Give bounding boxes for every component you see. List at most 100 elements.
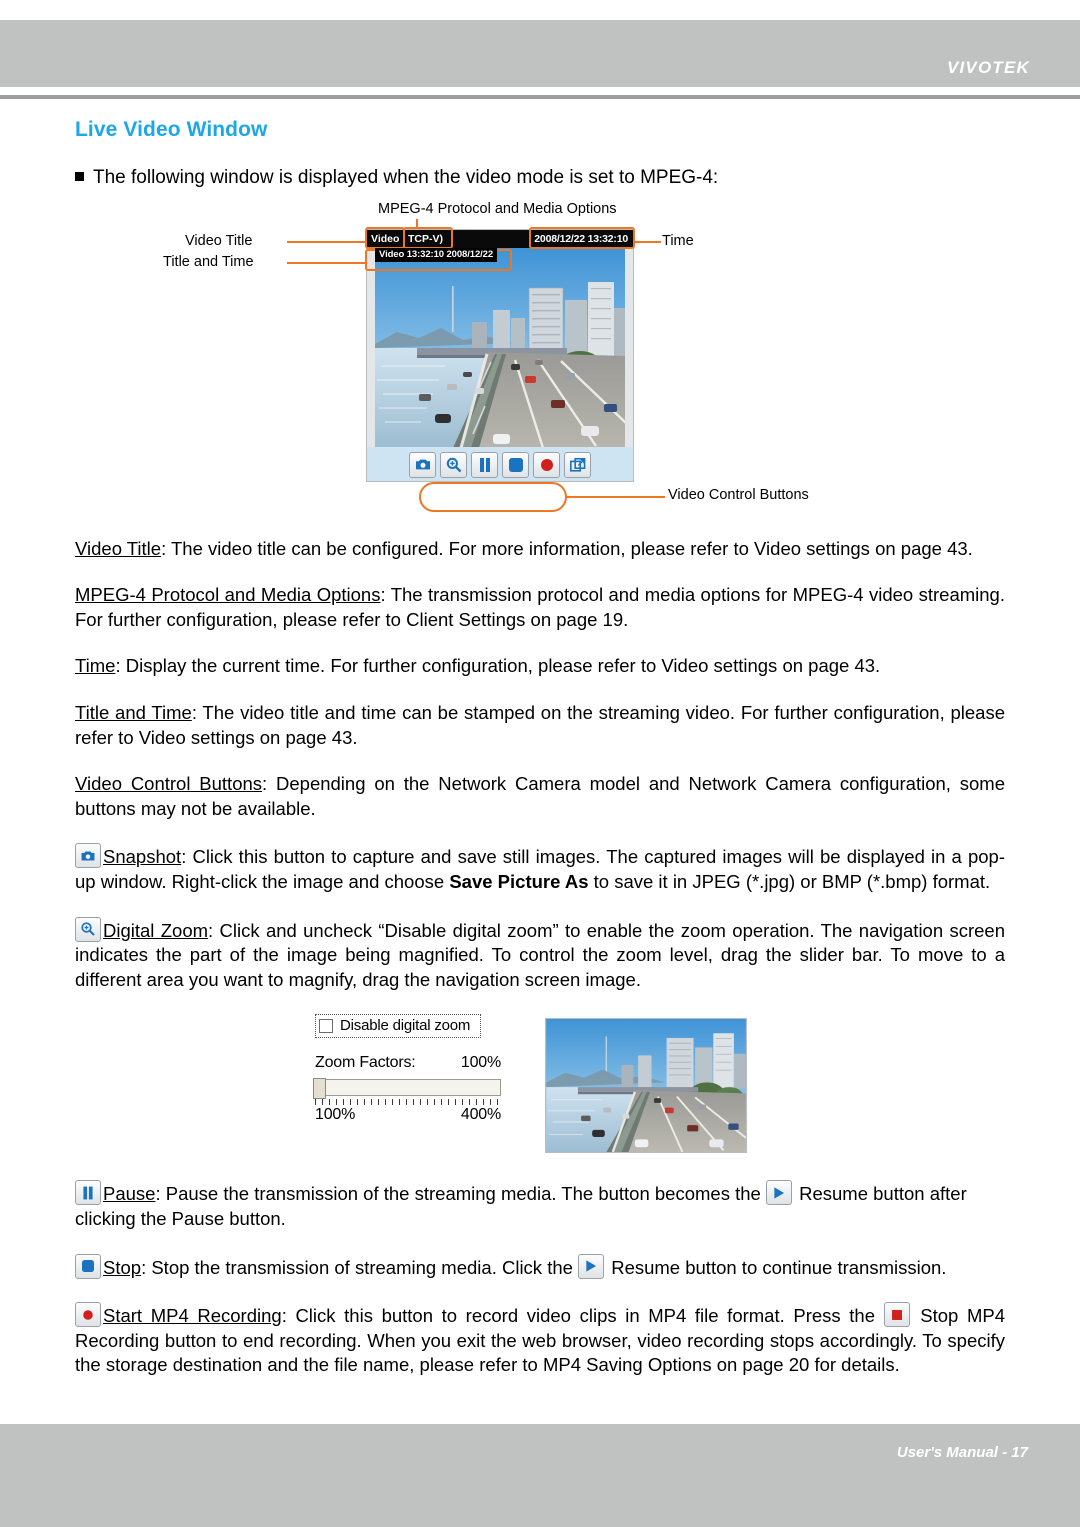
pause-icon bbox=[479, 457, 490, 472]
paragraph-snapshot: Snapshot: Click this button to capture a… bbox=[75, 843, 1005, 894]
snapshot-icon bbox=[81, 851, 95, 861]
intro-bullet: The following window is displayed when t… bbox=[75, 166, 1005, 191]
digital-zoom-icon bbox=[81, 922, 95, 936]
text-digital-zoom: : Click and uncheck “Disable digital zoo… bbox=[75, 919, 1005, 990]
zoom-factors-label: Zoom Factors: bbox=[315, 1054, 416, 1072]
text-video-title: : The video title can be configured. For… bbox=[161, 537, 973, 559]
stop-recording-icon bbox=[891, 1309, 902, 1320]
term-snapshot: Snapshot bbox=[103, 846, 182, 868]
highlight-control-buttons bbox=[419, 481, 567, 512]
text-time: : Display the current time. For further … bbox=[115, 655, 881, 677]
viewer-title-text: Video bbox=[371, 232, 400, 245]
bullet-square-icon bbox=[75, 172, 84, 181]
callout-label-time: Time bbox=[662, 232, 694, 249]
disable-digital-zoom-label: Disable digital zoom bbox=[340, 1017, 471, 1035]
term-stop: Stop bbox=[103, 1256, 142, 1278]
navigation-screen-image[interactable] bbox=[545, 1018, 747, 1154]
text-stop-1: : Stop the transmission of streaming med… bbox=[141, 1256, 579, 1278]
paragraph-video-title: Video Title: The video title can be conf… bbox=[75, 537, 1005, 562]
zoom-control-panel: Disable digital zoom Zoom Factors: 100% … bbox=[313, 1014, 515, 1124]
disable-digital-zoom-checkbox[interactable] bbox=[319, 1018, 333, 1033]
fullscreen-icon bbox=[569, 457, 585, 472]
page-content: Live Video Window The following window i… bbox=[75, 118, 1005, 1400]
term-time: Time bbox=[75, 655, 116, 677]
paragraph-stop: Stop: Stop the transmission of streaming… bbox=[75, 1253, 1005, 1281]
live-video-window-diagram: MPEG-4 Protocol and Media Options Video … bbox=[75, 197, 1005, 537]
paragraph-digital-zoom: Digital Zoom: Click and uncheck “Disable… bbox=[75, 916, 1005, 993]
header-divider bbox=[0, 95, 1080, 99]
resume-button-inline-stop[interactable] bbox=[578, 1253, 605, 1279]
zoom-range-max: 400% bbox=[460, 1106, 501, 1124]
zoom-factors-row: Zoom Factors: 100% bbox=[315, 1054, 501, 1072]
term-control-buttons: Video Control Buttons bbox=[75, 773, 263, 795]
callout-label-title-and-time: Title and Time bbox=[163, 253, 254, 270]
stop-icon bbox=[82, 1260, 94, 1273]
stop-button-inline[interactable] bbox=[75, 1253, 101, 1279]
term-digital-zoom: Digital Zoom bbox=[103, 919, 209, 941]
record-icon bbox=[83, 1309, 93, 1320]
paragraph-title-and-time: Title and Time: The video title and time… bbox=[75, 701, 1005, 750]
record-button[interactable] bbox=[533, 451, 560, 478]
callout-leader-time bbox=[633, 240, 661, 243]
viewer-timestamp-text: 2008/12/22 13:32:10 bbox=[534, 232, 628, 245]
zoom-range-row: 100% 400% bbox=[315, 1106, 501, 1124]
viewer-osd-stamp: Video 13:32:10 2008/12/22 bbox=[375, 247, 498, 262]
pause-button[interactable] bbox=[471, 451, 498, 478]
text-recording-1: : Click this button to record video clip… bbox=[281, 1305, 884, 1327]
page-title: Live Video Window bbox=[75, 118, 268, 141]
viewer-control-toolbar bbox=[367, 446, 633, 481]
paragraph-control-buttons: Video Control Buttons: Depending on the … bbox=[75, 772, 1005, 821]
stop-icon bbox=[508, 457, 523, 472]
term-recording: Start MP4 Recording bbox=[103, 1305, 282, 1327]
callout-label-video-title: Video Title bbox=[185, 232, 253, 249]
term-video-title: Video Title bbox=[75, 537, 162, 559]
zoom-range-min: 100% bbox=[315, 1106, 356, 1124]
callout-label-protocol: MPEG-4 Protocol and Media Options bbox=[378, 200, 617, 217]
callout-leader-control-buttons bbox=[565, 495, 665, 498]
paragraph-protocol: MPEG-4 Protocol and Media Options: The t… bbox=[75, 583, 1005, 632]
text-stop-2: Resume button to continue transmission. bbox=[606, 1256, 947, 1278]
viewer-titlebar: Video TCP-V) 2008/12/22 13:32:10 bbox=[367, 229, 633, 248]
navigation-thumbnail-image bbox=[546, 1019, 746, 1153]
zoom-slider-ticks bbox=[315, 1099, 501, 1106]
disable-digital-zoom-row[interactable]: Disable digital zoom bbox=[315, 1014, 481, 1039]
video-frame-image bbox=[375, 247, 625, 448]
paragraph-pause: Pause: Pause the transmission of the str… bbox=[75, 1180, 1005, 1231]
zoom-slider[interactable] bbox=[313, 1078, 501, 1100]
stop-recording-button-inline[interactable] bbox=[883, 1302, 910, 1328]
text-title-and-time: : The video title and time can be stampe… bbox=[75, 702, 1006, 748]
term-pause: Pause bbox=[103, 1183, 156, 1205]
live-video-viewer: Video TCP-V) 2008/12/22 13:32:10 Video 1… bbox=[366, 228, 634, 482]
viewer-protocol-text: TCP-V) bbox=[408, 232, 443, 245]
term-title-and-time: Title and Time bbox=[75, 702, 192, 724]
digital-zoom-button[interactable] bbox=[440, 451, 467, 478]
vivotek-logo: VIVOTEK bbox=[946, 58, 1030, 77]
callout-label-control-buttons: Video Control Buttons bbox=[668, 486, 809, 503]
pause-icon bbox=[83, 1186, 93, 1200]
digital-zoom-figure: Disable digital zoom Zoom Factors: 100% … bbox=[75, 1014, 1005, 1154]
page-footer: User's Manual - 17 bbox=[0, 1424, 1080, 1527]
start-recording-button-inline[interactable] bbox=[75, 1302, 101, 1328]
resume-play-icon bbox=[774, 1187, 785, 1199]
page-header: VIVOTEK bbox=[0, 20, 1080, 87]
record-icon bbox=[540, 458, 553, 471]
zoom-factors-value: 100% bbox=[460, 1054, 501, 1072]
zoom-slider-thumb[interactable] bbox=[313, 1078, 326, 1100]
paragraph-recording: Start MP4 Recording: Click this button t… bbox=[75, 1302, 1005, 1378]
text-snapshot-2: to save it in JPEG (*.jpg) or BMP (*.bmp… bbox=[588, 871, 991, 893]
intro-bullet-text: The following window is displayed when t… bbox=[93, 167, 719, 188]
stop-button[interactable] bbox=[502, 451, 529, 478]
term-protocol: MPEG-4 Protocol and Media Options bbox=[75, 584, 381, 606]
digital-zoom-icon bbox=[446, 457, 461, 473]
snapshot-icon bbox=[415, 459, 430, 470]
fullscreen-button[interactable] bbox=[564, 451, 591, 478]
pause-button-inline[interactable] bbox=[75, 1180, 101, 1206]
digital-zoom-button-inline[interactable] bbox=[75, 916, 101, 942]
resume-button-inline-pause[interactable] bbox=[765, 1180, 792, 1206]
snapshot-button-inline[interactable] bbox=[75, 843, 101, 869]
viewer-video-area[interactable]: Video 13:32:10 2008/12/22 bbox=[375, 247, 625, 448]
footer-page-label: User's Manual - 17 bbox=[896, 1444, 1028, 1461]
snapshot-button[interactable] bbox=[409, 451, 436, 478]
resume-play-icon bbox=[586, 1260, 597, 1272]
video-control-buttons bbox=[409, 451, 591, 478]
